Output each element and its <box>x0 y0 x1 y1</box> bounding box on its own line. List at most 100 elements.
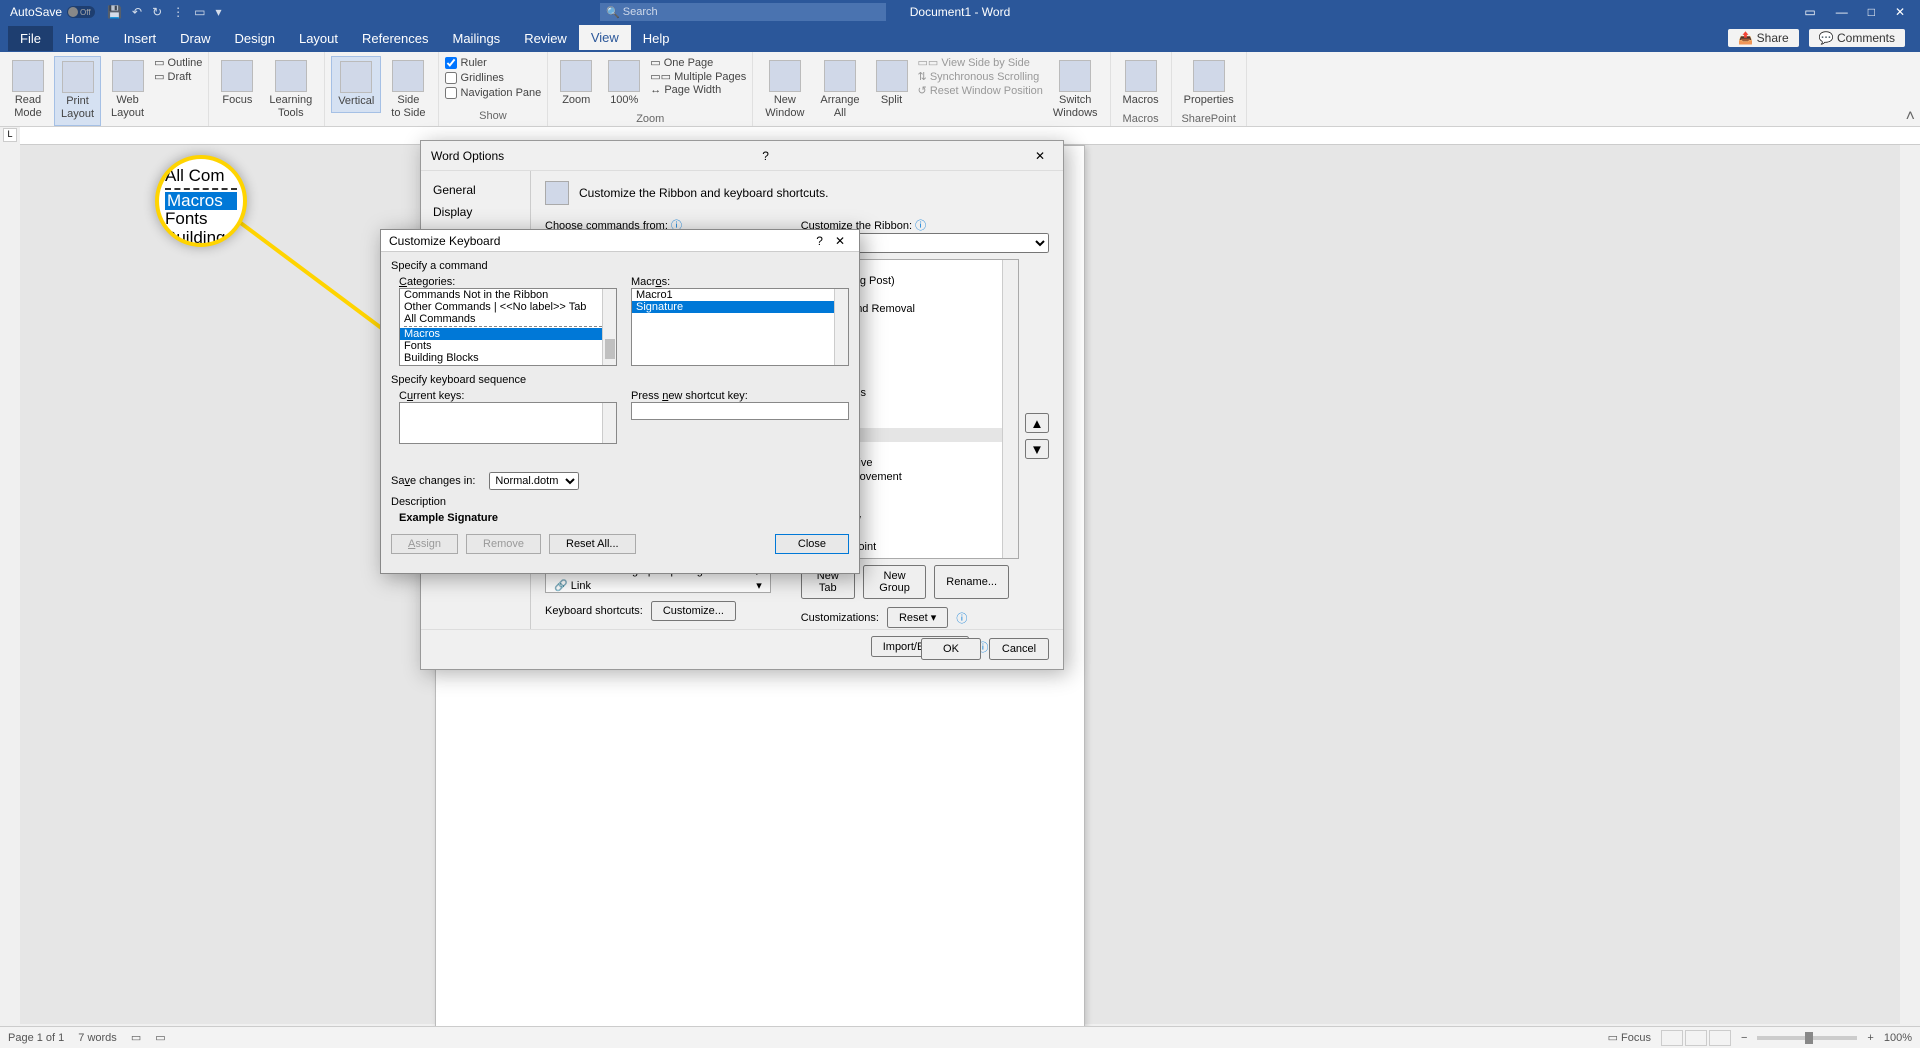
scrollbar[interactable] <box>1002 260 1018 558</box>
cancel-button[interactable]: Cancel <box>989 638 1049 660</box>
nav-general[interactable]: General <box>421 179 530 201</box>
dialog-title: Customize Keyboard <box>389 234 500 248</box>
ribbon-display-icon[interactable]: ▭ <box>1804 5 1815 19</box>
zoom-in-icon[interactable]: + <box>1867 1032 1873 1044</box>
undo-icon[interactable]: ↶ <box>132 5 142 19</box>
tab-help[interactable]: Help <box>631 26 682 51</box>
gridlines-checkbox[interactable]: Gridlines <box>445 71 542 85</box>
qat-icon[interactable]: ▭ <box>194 5 205 19</box>
properties-button[interactable]: Properties <box>1178 56 1240 111</box>
close-icon[interactable]: ✕ <box>1895 5 1905 19</box>
save-icon[interactable]: 💾 <box>107 5 122 19</box>
minimize-icon[interactable]: — <box>1836 5 1848 19</box>
print-layout-button[interactable]: PrintLayout <box>54 56 101 126</box>
reset-button[interactable]: Reset ▾ <box>887 607 948 628</box>
current-keys-list[interactable] <box>399 402 617 444</box>
help-icon[interactable]: ? <box>754 145 777 167</box>
ruler-corner[interactable]: L <box>3 128 17 142</box>
tab-view[interactable]: View <box>579 25 631 52</box>
qat-dropdown-icon[interactable]: ▾ <box>215 5 221 19</box>
section-label: Specify a command <box>391 260 849 272</box>
outline-button[interactable]: ▭ Outline <box>154 56 202 69</box>
new-group-button[interactable]: New Group <box>863 565 926 599</box>
magnifier-item-selected: Macros <box>165 192 237 211</box>
web-view-icon[interactable] <box>1709 1030 1731 1046</box>
multiple-pages-button[interactable]: ▭▭ Multiple Pages <box>650 70 746 83</box>
close-icon[interactable]: ✕ <box>1027 145 1053 167</box>
save-in-select[interactable]: Normal.dotm <box>489 472 579 490</box>
share-button[interactable]: 📤 Share <box>1728 29 1798 47</box>
macros-button[interactable]: Macros <box>1117 56 1165 111</box>
zoom-out-icon[interactable]: − <box>1741 1032 1747 1044</box>
maximize-icon[interactable]: □ <box>1868 5 1875 19</box>
nav-display[interactable]: Display <box>421 201 530 223</box>
tab-file[interactable]: File <box>8 26 53 51</box>
close-icon[interactable]: ✕ <box>829 234 851 248</box>
scrollbar[interactable] <box>602 289 616 365</box>
print-view-icon[interactable] <box>1685 1030 1707 1046</box>
split-button[interactable]: Split <box>870 56 914 111</box>
side-to-side-button[interactable]: Sideto Side <box>385 56 431 124</box>
sync-scroll-button: ⇅ Synchronous Scrolling <box>918 70 1043 83</box>
focus-mode[interactable]: ▭ Focus <box>1608 1031 1651 1044</box>
vertical-button[interactable]: Vertical <box>331 56 381 113</box>
redo-icon[interactable]: ↻ <box>152 5 162 19</box>
tab-layout[interactable]: Layout <box>287 26 350 51</box>
new-window-button[interactable]: NewWindow <box>759 56 810 124</box>
close-button[interactable]: Close <box>775 534 849 554</box>
categories-label: Categories: <box>399 276 617 288</box>
web-layout-button[interactable]: WebLayout <box>105 56 150 124</box>
move-up-button[interactable]: ▲ <box>1025 413 1049 433</box>
tab-home[interactable]: Home <box>53 26 112 51</box>
learning-tools-button[interactable]: LearningTools <box>263 56 318 124</box>
ribbon-tabs: File Home Insert Draw Design Layout Refe… <box>0 24 1920 52</box>
zoom-100-button[interactable]: 100% <box>602 56 646 111</box>
info-icon[interactable]: ⓘ <box>956 610 967 626</box>
ruler-checkbox[interactable]: Ruler <box>445 56 542 70</box>
scrollbar[interactable] <box>834 289 848 365</box>
qat-icon[interactable]: ⋮ <box>172 5 184 19</box>
one-page-button[interactable]: ▭ One Page <box>650 56 746 69</box>
magnifier-item: Fonts <box>165 210 237 229</box>
spell-check-icon[interactable]: ▭ <box>131 1031 141 1044</box>
help-icon[interactable]: ? <box>810 234 829 248</box>
scrollbar[interactable] <box>602 403 616 443</box>
view-buttons <box>1661 1030 1731 1046</box>
tab-draw[interactable]: Draw <box>168 26 222 51</box>
read-view-icon[interactable] <box>1661 1030 1683 1046</box>
draft-button[interactable]: ▭ Draft <box>154 70 202 83</box>
customize-button[interactable]: Customize... <box>651 601 736 621</box>
move-down-button[interactable]: ▼ <box>1025 439 1049 459</box>
quick-access-toolbar: 💾 ↶ ↻ ⋮ ▭ ▾ <box>107 5 221 19</box>
read-mode-button[interactable]: ReadMode <box>6 56 50 124</box>
list-item[interactable]: 🔗 Link ▾ <box>546 578 770 593</box>
rename-button[interactable]: Rename... <box>934 565 1009 599</box>
arrange-all-button[interactable]: ArrangeAll <box>814 56 865 124</box>
macros-listbox[interactable]: Macro1 Signature <box>631 288 849 366</box>
switch-windows-button[interactable]: SwitchWindows <box>1047 56 1104 124</box>
new-shortcut-input[interactable] <box>631 402 849 420</box>
zoom-button[interactable]: Zoom <box>554 56 598 111</box>
zoom-level[interactable]: 100% <box>1884 1032 1912 1044</box>
word-count[interactable]: 7 words <box>78 1032 117 1044</box>
comments-button[interactable]: 💬 Comments <box>1809 29 1905 47</box>
ok-button[interactable]: OK <box>921 638 981 660</box>
tab-insert[interactable]: Insert <box>112 26 169 51</box>
reset-all-button[interactable]: Reset All... <box>549 534 636 554</box>
tab-mailings[interactable]: Mailings <box>441 26 513 51</box>
nav-pane-checkbox[interactable]: Navigation Pane <box>445 86 542 100</box>
focus-button[interactable]: Focus <box>215 56 259 111</box>
toggle-switch[interactable]: Off <box>67 6 95 18</box>
page-width-button[interactable]: ↔ Page Width <box>650 84 746 96</box>
tab-design[interactable]: Design <box>223 26 287 51</box>
page-status[interactable]: Page 1 of 1 <box>8 1032 64 1044</box>
search-box[interactable]: 🔍 Search <box>600 3 886 21</box>
tab-review[interactable]: Review <box>512 26 579 51</box>
macro-record-icon[interactable]: ▭ <box>155 1031 165 1044</box>
categories-listbox[interactable]: Commands Not in the Ribbon Other Command… <box>399 288 617 366</box>
zoom-slider[interactable] <box>1757 1036 1857 1040</box>
autosave-toggle[interactable]: AutoSave Off <box>10 5 95 19</box>
collapse-ribbon-icon[interactable]: ˄ <box>1906 108 1915 126</box>
tab-references[interactable]: References <box>350 26 440 51</box>
dialog-title: Word Options <box>431 149 504 163</box>
